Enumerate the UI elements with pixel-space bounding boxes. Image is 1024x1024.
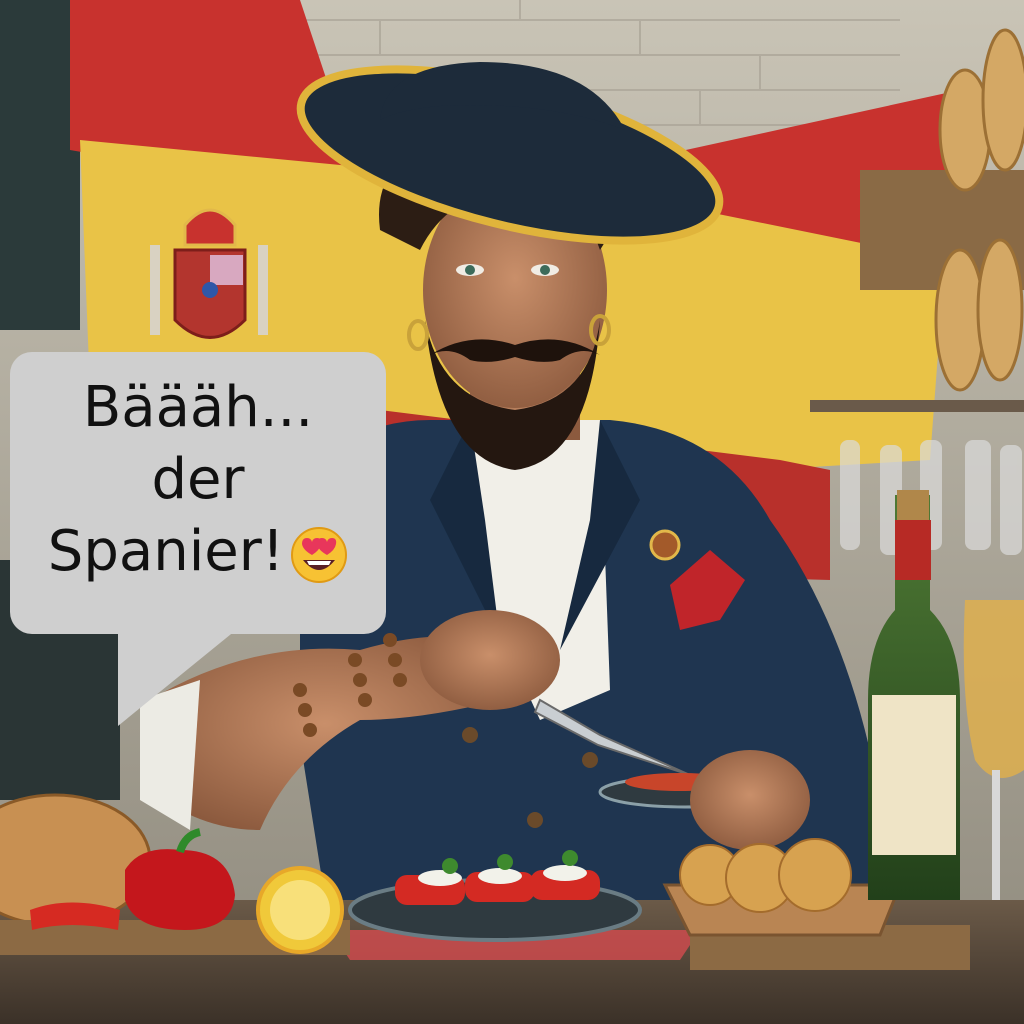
bread-rolls [679, 838, 852, 913]
iris-left [465, 265, 475, 275]
chalkboard-left [0, 0, 80, 330]
bottle-cork [897, 490, 929, 520]
shelf-rack [810, 400, 1024, 412]
speech-bubble-tail [118, 630, 236, 726]
bubble-line-3-text: Spanier! [47, 519, 285, 584]
bubble-line-3: Spanier! [10, 516, 386, 588]
jacket-button [527, 812, 543, 828]
heart-eyes-emoji-icon [291, 526, 348, 583]
bubble-line-1: Bäääh... [82, 375, 314, 440]
iris-right [540, 265, 550, 275]
wine-glass-stem [992, 770, 1000, 900]
bubble-line-2: der [151, 447, 245, 512]
red-pepper [125, 849, 235, 930]
hand-plate [690, 750, 810, 850]
bottle-label [872, 695, 956, 855]
jacket-button [462, 727, 478, 743]
hand-knife [420, 610, 560, 710]
bottle-foil [895, 520, 931, 580]
speech-bubble-text: Bäääh... der Spanier! [10, 372, 386, 588]
jacket-button [582, 752, 598, 768]
lemon-slice-inner [270, 880, 330, 940]
lapel-pin [649, 529, 681, 561]
